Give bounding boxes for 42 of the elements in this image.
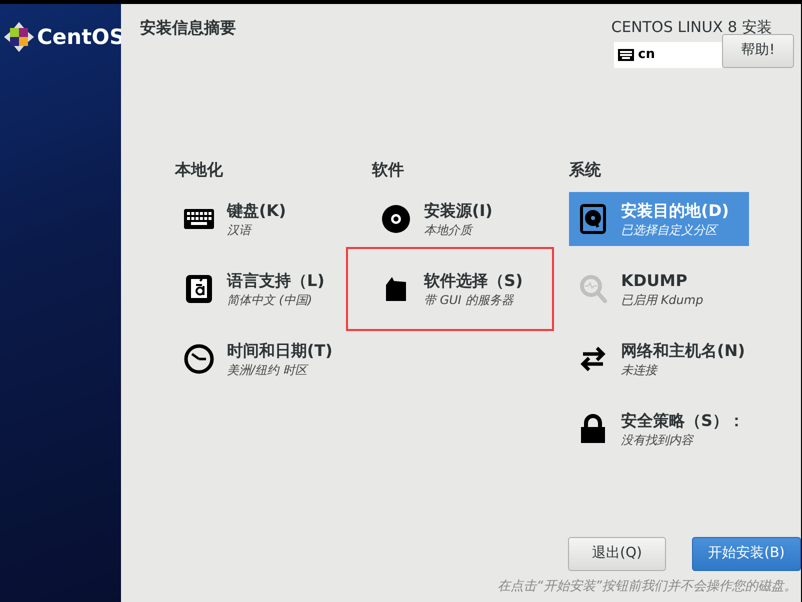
- spoke-status: 已启用 Kdump: [621, 292, 704, 308]
- language-icon: [183, 272, 215, 304]
- spoke-item[interactable]: 安装源(I) 本地介质: [372, 192, 552, 246]
- spoke-status: 汉语: [227, 222, 253, 238]
- spoke-item[interactable]: 网络和主机名(N) 未连接: [569, 332, 749, 386]
- category-heading: 系统: [569, 158, 602, 180]
- spoke-title: KDUMP: [621, 270, 688, 292]
- category-heading: 本地化: [175, 158, 224, 180]
- spoke-title: 网络和主机名(N): [621, 340, 746, 362]
- disc-icon: [380, 202, 412, 234]
- clock-icon: [183, 342, 215, 374]
- spoke-title: 键盘(K): [227, 200, 286, 222]
- help-button[interactable]: 帮助!: [722, 34, 794, 68]
- spoke-title: 语言支持（L): [227, 270, 325, 292]
- spoke-status: 本地介质: [424, 222, 474, 238]
- spoke-title: 安装目的地(D): [621, 200, 729, 222]
- magnifier-icon: [577, 272, 609, 304]
- spoke-item[interactable]: KDUMP 已启用 Kdump: [569, 262, 749, 316]
- spoke-status: 简体中文 (中国): [227, 292, 314, 308]
- quit-button[interactable]: 退出(Q): [568, 536, 666, 570]
- spoke-status: 未连接: [621, 362, 659, 378]
- logo-icon: [4, 22, 34, 52]
- spoke-item[interactable]: 键盘(K) 汉语: [175, 192, 355, 246]
- keyboard-icon: [618, 48, 634, 60]
- spoke-status: 已选择自定义分区: [621, 222, 720, 238]
- keyboard-layout-indicator[interactable]: cn: [614, 42, 722, 68]
- spoke-item[interactable]: 安全策略（S）： 没有找到内容: [569, 402, 749, 456]
- spoke-status: 美洲/纽约 时区: [227, 362, 310, 378]
- logo-text: CentOS: [37, 26, 125, 48]
- page-title: 安装信息摘要: [140, 17, 236, 39]
- begin-install-button[interactable]: 开始安装(B): [692, 536, 801, 570]
- spoke-item[interactable]: 软件选择（S) 带 GUI 的服务器: [346, 246, 554, 330]
- layout-label: cn: [638, 46, 655, 64]
- spoke-status: 没有找到内容: [621, 432, 695, 448]
- spoke-title: 安全策略（S）：: [621, 410, 745, 432]
- spoke-title: 安装源(I): [424, 200, 493, 222]
- spoke-title: 时间和日期(T): [227, 340, 333, 362]
- footer-note: 在点击“开始安装”按钮前我们并不会操作您的磁盘。: [498, 578, 798, 596]
- spoke-item[interactable]: 时间和日期(T) 美洲/纽约 时区: [175, 332, 355, 386]
- spoke-status: 带 GUI 的服务器: [424, 292, 515, 308]
- category-heading: 软件: [372, 158, 405, 180]
- spoke-title: 软件选择（S): [424, 270, 523, 292]
